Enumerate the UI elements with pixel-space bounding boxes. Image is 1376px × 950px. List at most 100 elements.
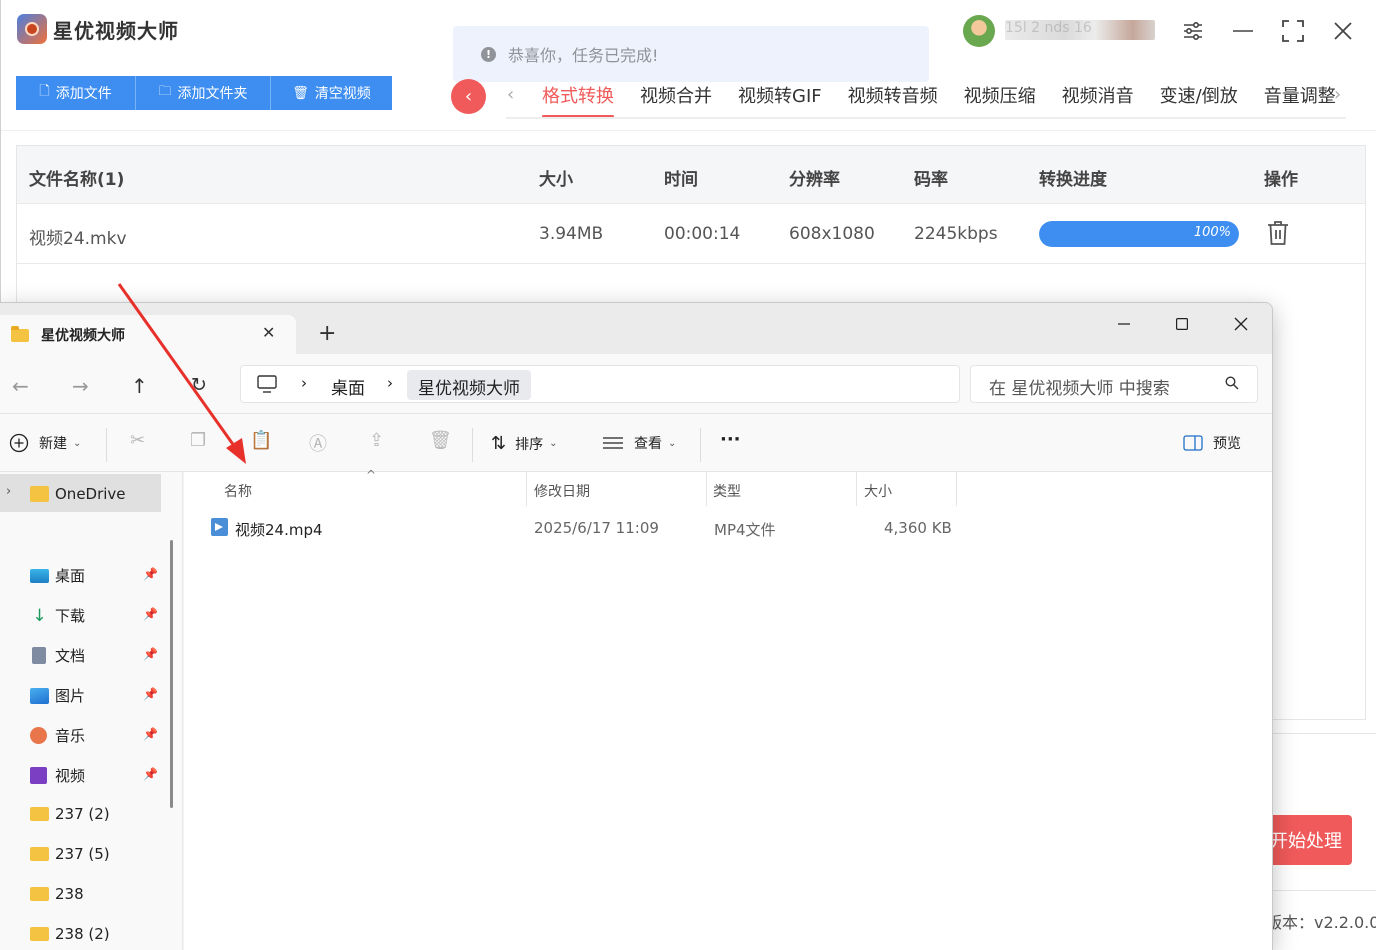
sidebar-item-folder[interactable]: 237 (5)	[30, 845, 110, 863]
delete-icon[interactable]: 🗑	[429, 430, 452, 451]
forward-arrow-icon[interactable]: →	[72, 374, 89, 398]
tabs-scroll-left-icon[interactable]: ‹	[507, 84, 514, 105]
up-arrow-icon[interactable]: ↑	[131, 374, 148, 398]
close-icon[interactable]	[1328, 16, 1358, 46]
rename-icon[interactable]: Ⓐ	[309, 430, 327, 456]
table-header: 文件名称(1) 大小 时间 分辨率 码率 转换进度 操作	[17, 146, 1365, 204]
share-icon[interactable]: ⇪	[369, 430, 384, 451]
desktop-icon	[30, 568, 49, 583]
pin-icon[interactable]: 📌	[143, 567, 158, 581]
app-logo-icon	[17, 14, 47, 44]
header-divider	[1, 130, 1376, 131]
pin-icon[interactable]: 📌	[143, 767, 158, 781]
chevron-left-icon: ‹	[464, 86, 473, 107]
clear-videos-label: 清空视频	[314, 86, 371, 102]
file-row[interactable]: 视频24.mp4 2025/6/17 11:09 MP4文件 4,360 KB	[184, 512, 984, 544]
maximize-icon[interactable]	[1278, 16, 1308, 46]
explorer-tab[interactable]: 星优视频大师 ✕	[0, 315, 296, 355]
plus-circle-icon	[9, 433, 29, 453]
col-size: 大小	[539, 170, 573, 190]
tab-volume-adjust[interactable]: 音量调整	[1264, 82, 1336, 118]
table-row[interactable]: 视频24.mkv 3.94MB 00:00:14 608x1080 2245kb…	[17, 204, 1365, 264]
tab-video-to-gif[interactable]: 视频转GIF	[738, 82, 822, 118]
new-button[interactable]: 新建 ⌄	[9, 433, 81, 453]
sidebar-item-folder[interactable]: 238 (2)	[30, 925, 110, 943]
add-folder-button[interactable]: 🗀 添加文件夹	[136, 76, 271, 110]
clear-videos-button[interactable]: 🗑 清空视频	[271, 76, 392, 110]
delete-row-icon[interactable]	[1267, 220, 1289, 246]
add-file-button[interactable]: 🗋 添加文件	[16, 76, 136, 110]
pin-icon[interactable]: 📌	[143, 727, 158, 741]
column-modified[interactable]: 修改日期	[534, 481, 590, 501]
folder-icon	[30, 887, 49, 901]
explorer-maximize-icon[interactable]	[1162, 309, 1202, 339]
cut-icon[interactable]: ✂	[130, 430, 145, 451]
sidebar-label: 237 (2)	[55, 805, 110, 823]
explorer-minimize-icon[interactable]	[1104, 309, 1144, 339]
breadcrumb-current[interactable]: 星优视频大师	[407, 370, 531, 400]
settings-icon[interactable]	[1178, 16, 1208, 46]
avatar[interactable]	[963, 15, 995, 47]
copy-icon[interactable]: ❐	[190, 430, 206, 451]
tab-video-mute[interactable]: 视频消音	[1062, 82, 1134, 118]
breadcrumb-chevron-icon: ›	[387, 374, 393, 392]
sidebar-item-documents[interactable]: 文档	[30, 645, 85, 666]
explorer-close-icon[interactable]	[1221, 309, 1261, 339]
pin-icon[interactable]: 📌	[143, 647, 158, 661]
new-tab-icon[interactable]: +	[318, 321, 336, 346]
pin-icon[interactable]: 📌	[143, 607, 158, 621]
more-options-icon[interactable]: ···	[720, 429, 741, 450]
col-bitrate: 码率	[914, 170, 948, 190]
sidebar-item-music[interactable]: 音乐	[30, 725, 85, 746]
minimize-icon[interactable]	[1228, 16, 1258, 46]
sidebar-item-folder[interactable]: 237 (2)	[30, 805, 110, 823]
column-divider[interactable]	[526, 472, 527, 506]
tabs-scroll-right-icon[interactable]: ›	[1334, 84, 1341, 105]
sidebar-item-downloads[interactable]: ↓ 下载	[30, 605, 85, 626]
sidebar-item-onedrive[interactable]: › OneDrive	[0, 474, 161, 512]
start-process-button[interactable]: 开始处理	[1266, 815, 1352, 865]
search-icon	[1225, 376, 1239, 394]
username: 15l 2 nds 16	[1005, 20, 1155, 40]
search-input[interactable]: 在 星优视频大师 中搜索	[970, 365, 1258, 403]
sidebar-item-folder[interactable]: 238	[30, 885, 84, 903]
back-circle-button[interactable]: ‹	[451, 79, 486, 114]
sidebar-label: 桌面	[55, 567, 86, 585]
computer-icon	[257, 375, 277, 398]
column-size[interactable]: 大小	[864, 481, 892, 501]
conversion-progress-bar: 100%	[1039, 221, 1239, 247]
pin-icon[interactable]: 📌	[143, 687, 158, 701]
back-arrow-icon[interactable]: ←	[12, 374, 29, 398]
sidebar-label: 文档	[55, 647, 86, 665]
sidebar-item-pictures[interactable]: 图片	[30, 685, 85, 706]
sidebar-item-desktop[interactable]: 桌面	[30, 565, 85, 586]
file-button-group: 🗋 添加文件 🗀 添加文件夹 🗑 清空视频	[16, 76, 392, 110]
address-bar[interactable]: › 桌面 › 星优视频大师	[240, 365, 960, 403]
sidebar-item-videos[interactable]: 视频	[30, 765, 85, 786]
tab-format-convert[interactable]: 格式转换	[542, 82, 614, 118]
breadcrumb-desktop[interactable]: 桌面	[331, 374, 365, 399]
tab-video-merge[interactable]: 视频合并	[640, 82, 712, 118]
mp4-file-icon	[211, 518, 228, 536]
sidebar-scrollbar[interactable]	[170, 540, 173, 808]
close-tab-icon[interactable]: ✕	[262, 323, 275, 342]
file-size: 3.94MB	[539, 224, 604, 244]
paste-icon[interactable]: 📋	[250, 430, 272, 451]
column-divider[interactable]	[706, 472, 707, 506]
expand-chevron-icon[interactable]: ›	[6, 484, 11, 499]
sidebar-label: 237 (5)	[55, 845, 110, 863]
toast-message: 恭喜你，任务已完成!	[508, 46, 659, 65]
refresh-icon[interactable]: ↻	[191, 374, 207, 396]
tab-speed-reverse[interactable]: 变速/倒放	[1160, 82, 1238, 118]
sort-button[interactable]: ⇅ 排序 ⌄	[491, 433, 557, 454]
file-list-pane: ^ 名称 修改日期 类型 大小 视频24.mp4 2025/6/17 11:09…	[184, 468, 1272, 950]
column-type[interactable]: 类型	[713, 481, 741, 501]
column-divider[interactable]	[856, 472, 857, 506]
view-button[interactable]: 查看 ⌄	[603, 433, 676, 453]
column-divider[interactable]	[956, 472, 957, 506]
command-bar-divider	[472, 428, 473, 462]
tab-video-compress[interactable]: 视频压缩	[964, 82, 1036, 118]
preview-button[interactable]: 预览	[1183, 433, 1241, 453]
tab-video-to-audio[interactable]: 视频转音频	[848, 82, 938, 118]
column-name[interactable]: 名称	[224, 481, 252, 501]
